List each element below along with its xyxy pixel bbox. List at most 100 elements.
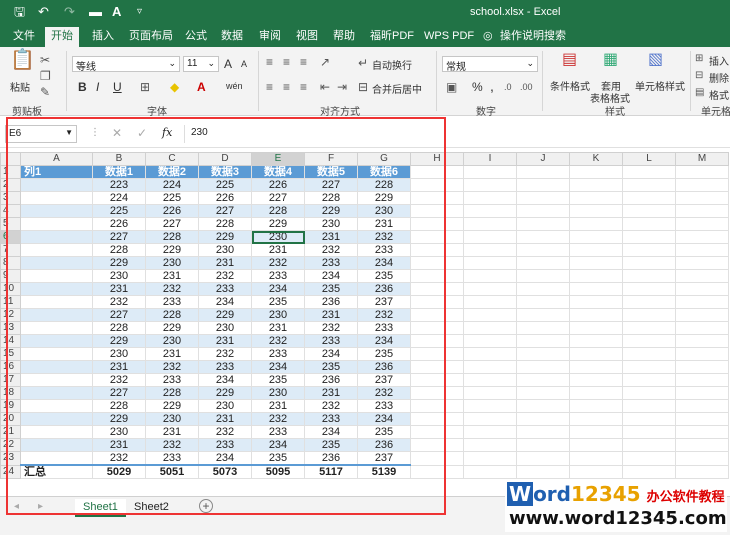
cell[interactable]	[20, 425, 93, 439]
cell[interactable]	[622, 334, 676, 348]
tell-me-search[interactable]: 操作说明搜索	[500, 28, 566, 44]
cell[interactable]: 228	[92, 321, 146, 335]
cell[interactable]	[20, 360, 93, 374]
cell[interactable]	[463, 425, 517, 439]
cell[interactable]	[516, 282, 570, 296]
folder-icon[interactable]: ▬	[89, 4, 102, 20]
cell[interactable]	[675, 334, 729, 348]
cell[interactable]: 5139	[357, 464, 411, 479]
cell[interactable]	[463, 217, 517, 231]
cell[interactable]: 231	[251, 321, 305, 335]
cell[interactable]: 224	[145, 178, 199, 192]
cell[interactable]	[516, 295, 570, 309]
cell[interactable]: 234	[357, 256, 411, 270]
cell[interactable]	[569, 334, 623, 348]
cell[interactable]	[622, 399, 676, 413]
cell[interactable]: 232	[198, 269, 252, 283]
cell[interactable]: 229	[251, 217, 305, 231]
tab-help[interactable]: 帮助	[333, 28, 355, 44]
cell[interactable]	[622, 308, 676, 322]
column-header[interactable]: F	[304, 152, 358, 166]
cell[interactable]: 230	[198, 321, 252, 335]
cell[interactable]	[569, 204, 623, 218]
increase-decimal-icon[interactable]: .0	[504, 80, 512, 94]
decrease-indent-icon[interactable]: ⇤	[320, 80, 330, 94]
number-format-select[interactable]: 常规 ⌄	[442, 56, 538, 73]
row-header[interactable]: 19	[0, 399, 21, 413]
cell[interactable]	[516, 191, 570, 205]
cell[interactable]: 233	[145, 451, 199, 466]
cell[interactable]: 数据1	[92, 165, 146, 179]
cell[interactable]	[410, 321, 464, 335]
cell[interactable]: 237	[357, 373, 411, 387]
cell[interactable]	[516, 256, 570, 270]
cell[interactable]: 236	[357, 360, 411, 374]
cell[interactable]	[410, 464, 464, 479]
row-header[interactable]: 4	[0, 204, 21, 218]
row-header[interactable]: 5	[0, 217, 21, 231]
cell[interactable]	[463, 464, 517, 479]
cell[interactable]: 数据5	[304, 165, 358, 179]
select-all-corner[interactable]	[0, 152, 21, 166]
cell[interactable]: 237	[357, 295, 411, 309]
cell[interactable]	[463, 269, 517, 283]
cell[interactable]	[516, 347, 570, 361]
cell[interactable]	[20, 230, 93, 244]
cell[interactable]	[569, 282, 623, 296]
cell[interactable]: 233	[304, 256, 358, 270]
cell[interactable]: 233	[145, 373, 199, 387]
cell[interactable]: 228	[145, 386, 199, 400]
cell[interactable]: 229	[92, 412, 146, 426]
cell[interactable]: 5073	[198, 464, 252, 479]
conditional-format-button[interactable]: 条件格式	[550, 78, 590, 93]
cell[interactable]: 225	[92, 204, 146, 218]
underline-button[interactable]: U	[113, 80, 122, 94]
cell[interactable]	[20, 451, 93, 466]
cell[interactable]	[675, 243, 729, 257]
cell[interactable]: 227	[92, 308, 146, 322]
cell[interactable]	[410, 256, 464, 270]
cell[interactable]: 235	[251, 451, 305, 466]
cell[interactable]	[516, 165, 570, 179]
cell[interactable]	[622, 191, 676, 205]
tab-foxit-pdf[interactable]: 福昕PDF	[370, 28, 414, 44]
merge-center-button[interactable]: 合并后居中	[372, 81, 422, 96]
cell[interactable]: 233	[145, 295, 199, 309]
row-header[interactable]: 24	[0, 464, 21, 479]
cell[interactable]: 236	[357, 282, 411, 296]
column-header[interactable]: H	[410, 152, 464, 166]
cell[interactable]: 233	[198, 438, 252, 452]
row-header[interactable]: 6	[0, 230, 21, 244]
cell[interactable]	[410, 425, 464, 439]
cell[interactable]: 232	[357, 386, 411, 400]
cell[interactable]: 231	[92, 438, 146, 452]
row-header[interactable]: 11	[0, 295, 21, 309]
cell[interactable]	[20, 191, 93, 205]
cell[interactable]	[463, 191, 517, 205]
tab-data[interactable]: 数据	[221, 28, 243, 44]
cell[interactable]	[463, 204, 517, 218]
cell[interactable]	[20, 308, 93, 322]
cell[interactable]: 230	[145, 412, 199, 426]
paste-button[interactable]: 粘贴	[10, 79, 30, 94]
cell[interactable]: 229	[145, 243, 199, 257]
cell[interactable]	[20, 282, 93, 296]
delete-cells-icon[interactable]: ⊟	[695, 69, 703, 83]
cell[interactable]: 232	[92, 295, 146, 309]
column-header[interactable]: I	[463, 152, 517, 166]
cell[interactable]	[463, 373, 517, 387]
cell[interactable]: 232	[251, 256, 305, 270]
fill-color-icon[interactable]: ◆	[170, 80, 179, 94]
wrap-text-button[interactable]: 自动换行	[372, 57, 412, 72]
cell[interactable]	[463, 399, 517, 413]
cell[interactable]: 228	[92, 399, 146, 413]
cell-styles-icon[interactable]: ▧	[648, 52, 663, 68]
cell[interactable]	[622, 243, 676, 257]
cell[interactable]	[675, 230, 729, 244]
cell[interactable]	[622, 386, 676, 400]
cell[interactable]: 228	[304, 191, 358, 205]
cell[interactable]	[569, 256, 623, 270]
cell[interactable]: 数据3	[198, 165, 252, 179]
cell[interactable]	[463, 451, 517, 466]
tab-view[interactable]: 视图	[296, 28, 318, 44]
